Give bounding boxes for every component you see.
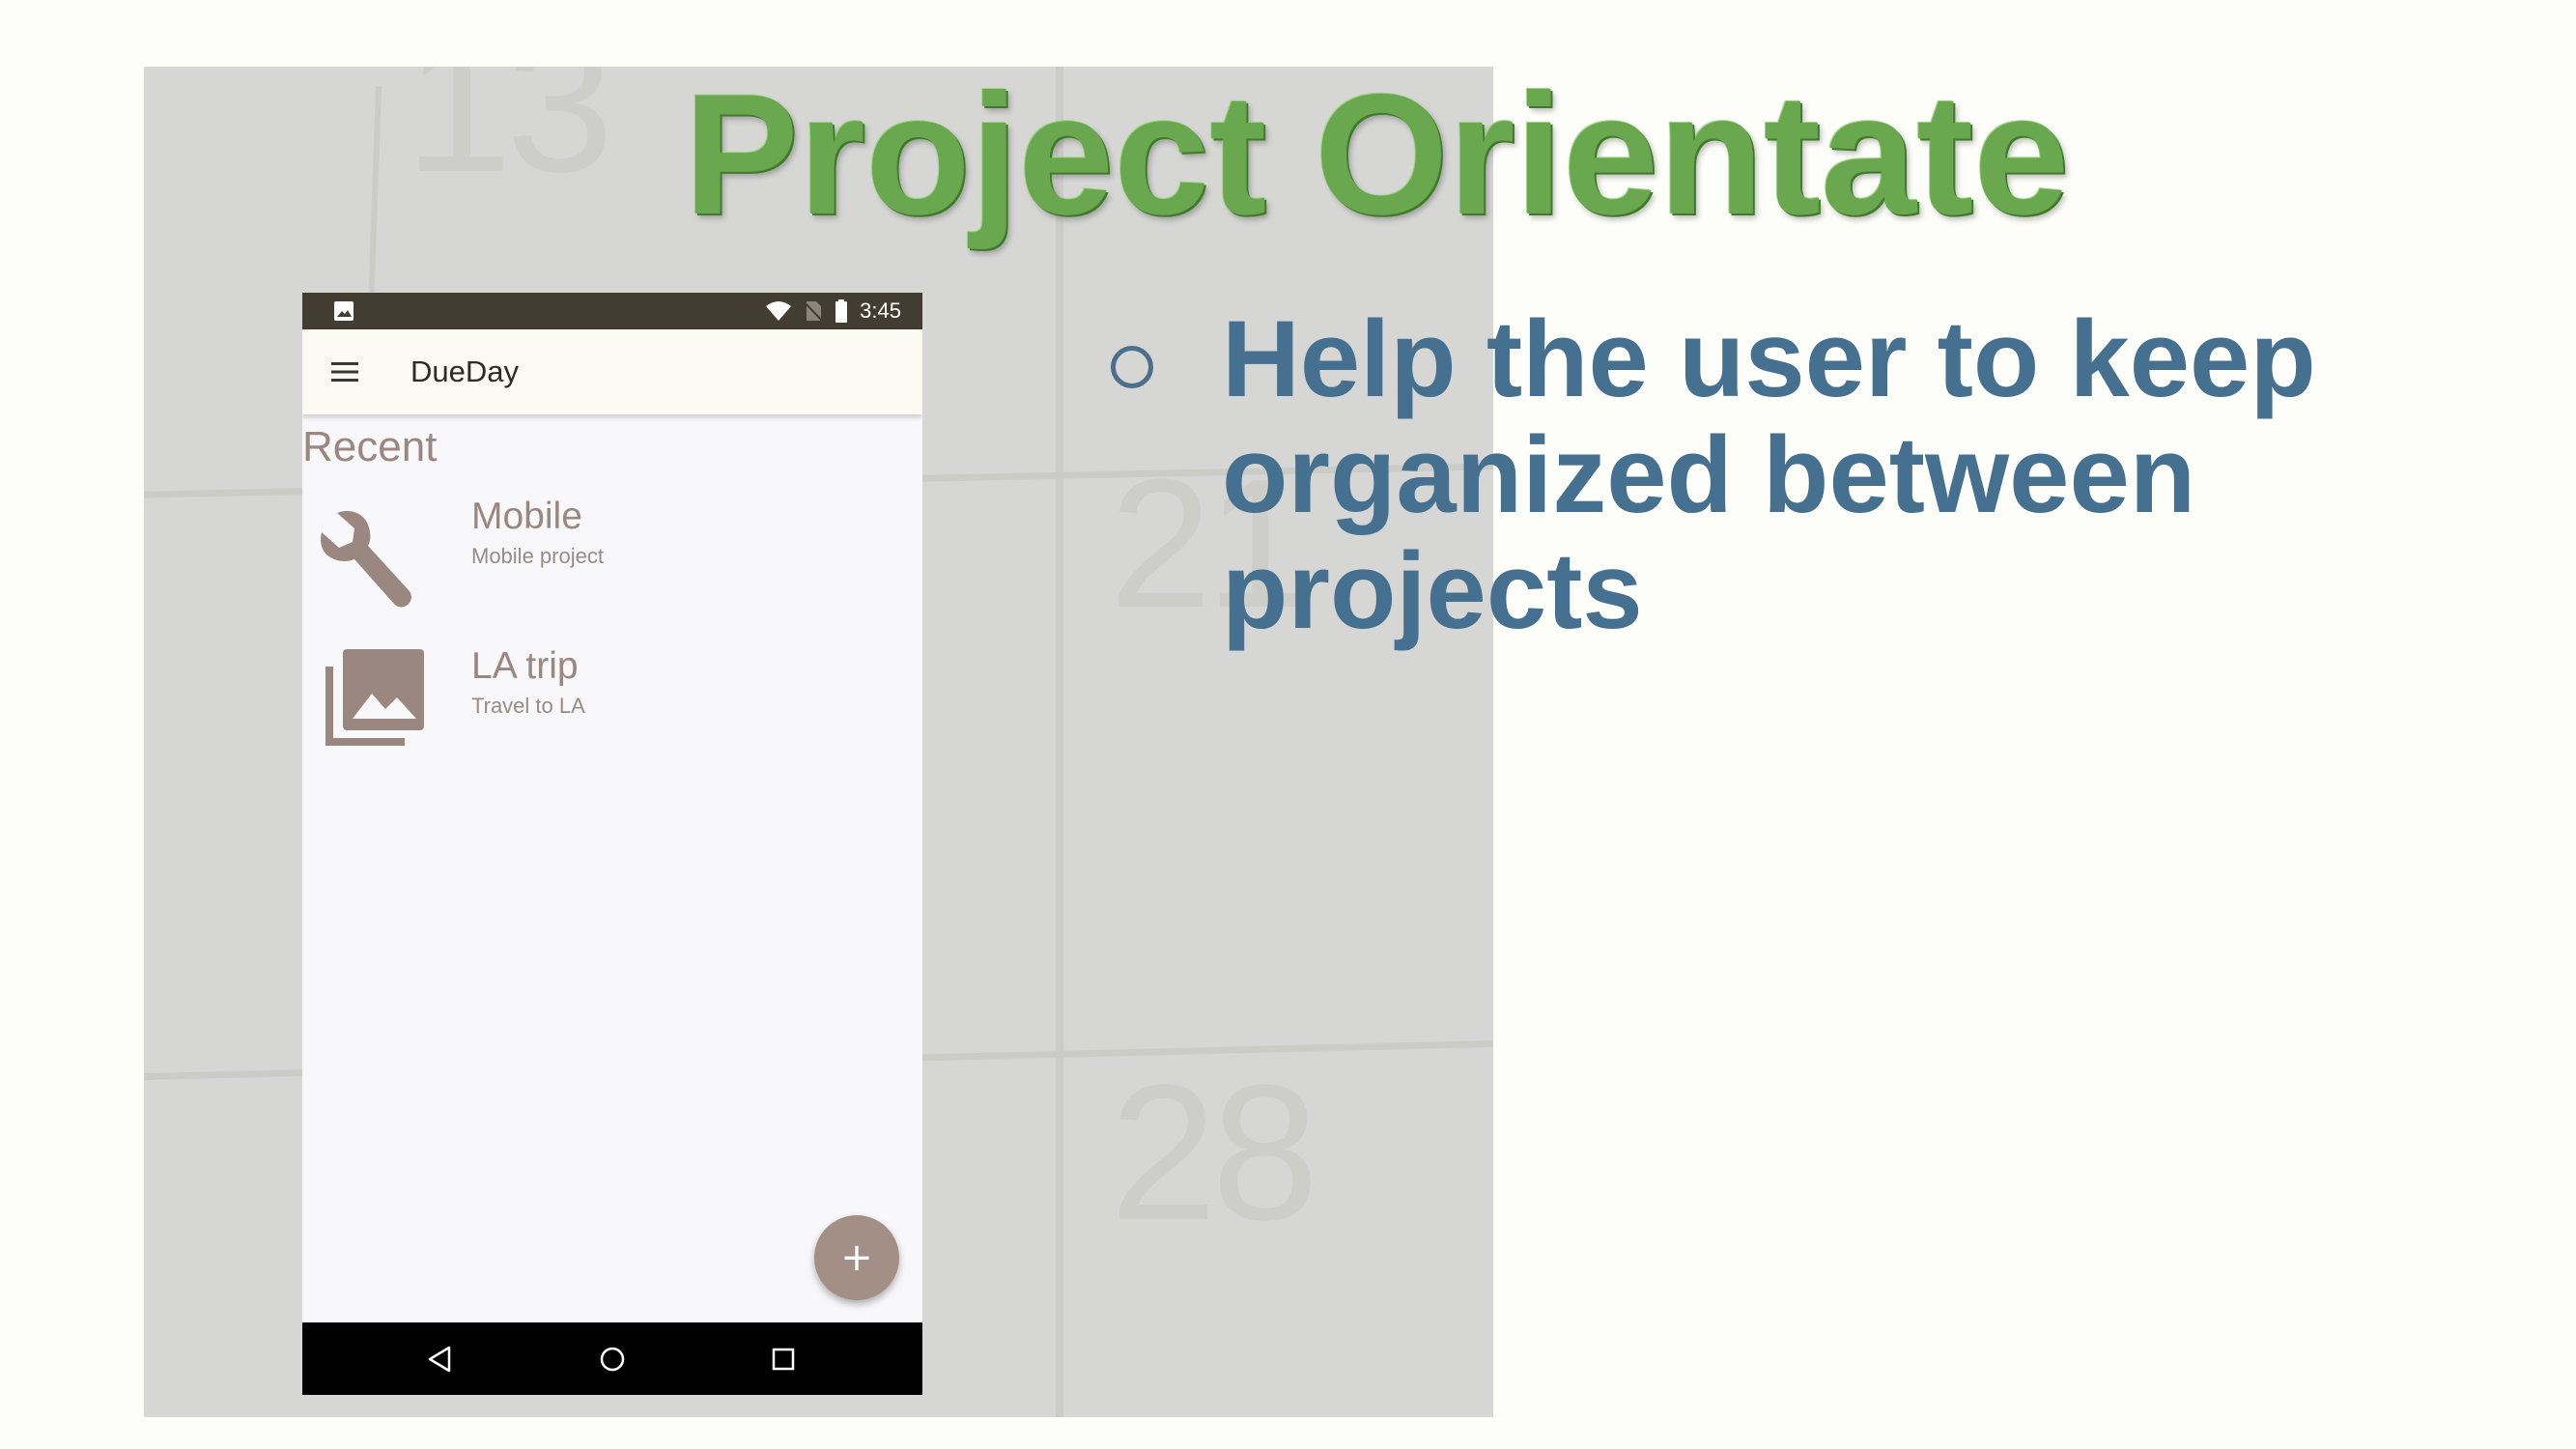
project-subtitle: Mobile project (471, 544, 604, 568)
battery-icon (835, 299, 848, 323)
project-list-item[interactable]: LA trip Travel to LA (302, 645, 922, 781)
status-bar: 3:45 (302, 293, 922, 329)
navigation-bar (302, 1322, 922, 1395)
calendar-gridline (1056, 67, 1063, 1417)
add-project-button[interactable]: + (814, 1215, 899, 1300)
wrench-icon (321, 511, 411, 608)
project-list-item[interactable]: Mobile Mobile project (302, 496, 922, 631)
status-icons: 3:45 (765, 293, 901, 329)
wifi-icon (766, 301, 792, 321)
add-icon: + (840, 1236, 873, 1280)
project-subtitle: Travel to LA (471, 694, 585, 718)
photo-library-icon (326, 649, 424, 746)
recent-section-header: Recent (302, 423, 438, 470)
calendar-day-number: 13 (405, 67, 613, 213)
bullet-text: Help the user to keep organized between … (1222, 298, 2316, 651)
image-notification-icon (334, 301, 354, 321)
hamburger-menu-icon[interactable] (329, 356, 360, 387)
app-title: DueDay (410, 355, 519, 388)
phone-screen: 3:45 DueDay Recent Mobile Mobile project… (302, 293, 922, 1395)
recents-icon[interactable] (766, 1342, 801, 1377)
bullet-marker (1111, 346, 1153, 388)
slide-title: Project Orientate (684, 58, 2070, 250)
calendar-day-number: 28 (1110, 1045, 1318, 1261)
back-icon[interactable] (422, 1342, 457, 1377)
project-title: LA trip (471, 645, 579, 687)
home-icon[interactable] (595, 1342, 630, 1377)
no-sim-icon (804, 301, 823, 322)
status-time: 3:45 (860, 298, 901, 323)
project-title: Mobile (471, 496, 582, 537)
app-bar: DueDay (302, 329, 922, 414)
